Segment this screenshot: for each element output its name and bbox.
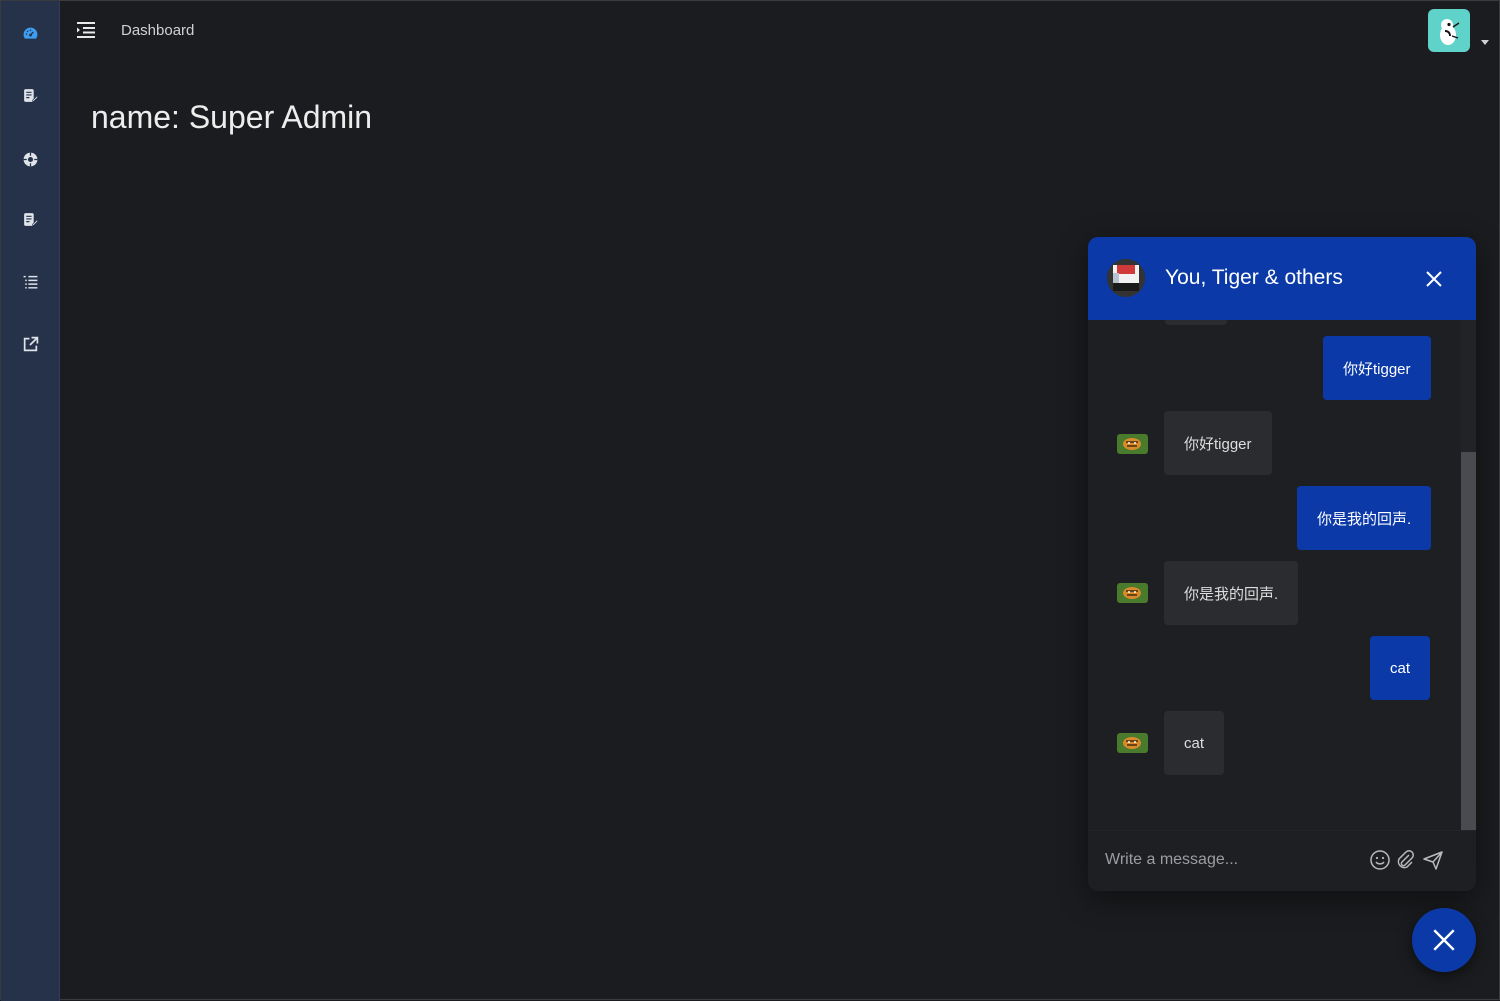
- tiger-avatar: [1117, 583, 1148, 603]
- tiger-avatar: [1117, 733, 1148, 753]
- emoji-icon[interactable]: [1369, 849, 1391, 871]
- list-icon: [23, 275, 38, 289]
- breadcrumb[interactable]: Dashboard: [121, 22, 194, 39]
- document-edit-icon: [24, 212, 39, 226]
- external-link-icon: [23, 336, 39, 351]
- message-outgoing: 你好tigger: [1323, 336, 1431, 400]
- sidebar-item-external[interactable]: [1, 324, 60, 364]
- message-incoming: cat: [1164, 711, 1225, 775]
- user-avatar-icon: [1440, 19, 1460, 45]
- message-incoming: 你好tigger: [1164, 411, 1272, 475]
- list-item: [1165, 320, 1227, 325]
- message-incoming: 你是我的回声.: [1164, 561, 1299, 625]
- component-circle-icon: [23, 152, 38, 166]
- chat-launcher-close-button[interactable]: [1412, 908, 1476, 972]
- sidebar-item-dashboard[interactable]: [1, 13, 60, 53]
- message-outgoing: 你是我的回声.: [1297, 486, 1432, 550]
- sidebar: [1, 1, 60, 1001]
- scrollbar-thumb[interactable]: [1461, 452, 1476, 830]
- chat-window: You, Tiger & others 你好tigger 你好tigger 你是…: [1088, 237, 1476, 891]
- chat-title: You, Tiger & others: [1165, 266, 1343, 289]
- top-header: Dashboard: [60, 1, 1499, 61]
- caret-down-icon[interactable]: [1480, 38, 1490, 46]
- close-icon[interactable]: [1422, 267, 1446, 291]
- app-window: Dashboard name: Super Admin You, Tiger &…: [0, 0, 1500, 1001]
- user-avatar-button[interactable]: [1428, 9, 1470, 52]
- sidebar-item-components[interactable]: [1, 139, 60, 179]
- close-icon: [1433, 929, 1455, 951]
- send-icon[interactable]: [1422, 849, 1444, 871]
- message-composer: [1088, 830, 1476, 891]
- chat-header: You, Tiger & others: [1088, 237, 1476, 320]
- sidebar-item-forms[interactable]: [1, 75, 60, 115]
- sidebar-item-list[interactable]: [1, 262, 60, 302]
- document-edit-icon: [24, 88, 39, 102]
- tiger-avatar: [1117, 434, 1148, 454]
- message-list[interactable]: 你好tigger 你好tigger 你是我的回声. 你是我的回声. cat ca…: [1088, 320, 1476, 830]
- menu-fold-icon[interactable]: [76, 20, 96, 40]
- message-outgoing: cat: [1370, 636, 1431, 700]
- dashboard-gauge-icon: [23, 27, 38, 39]
- message-input[interactable]: [1105, 843, 1360, 877]
- paperclip-icon[interactable]: [1394, 849, 1416, 871]
- sidebar-item-pages[interactable]: [1, 199, 60, 239]
- page-title: name: Super Admin: [91, 99, 373, 135]
- group-avatar: [1107, 259, 1145, 297]
